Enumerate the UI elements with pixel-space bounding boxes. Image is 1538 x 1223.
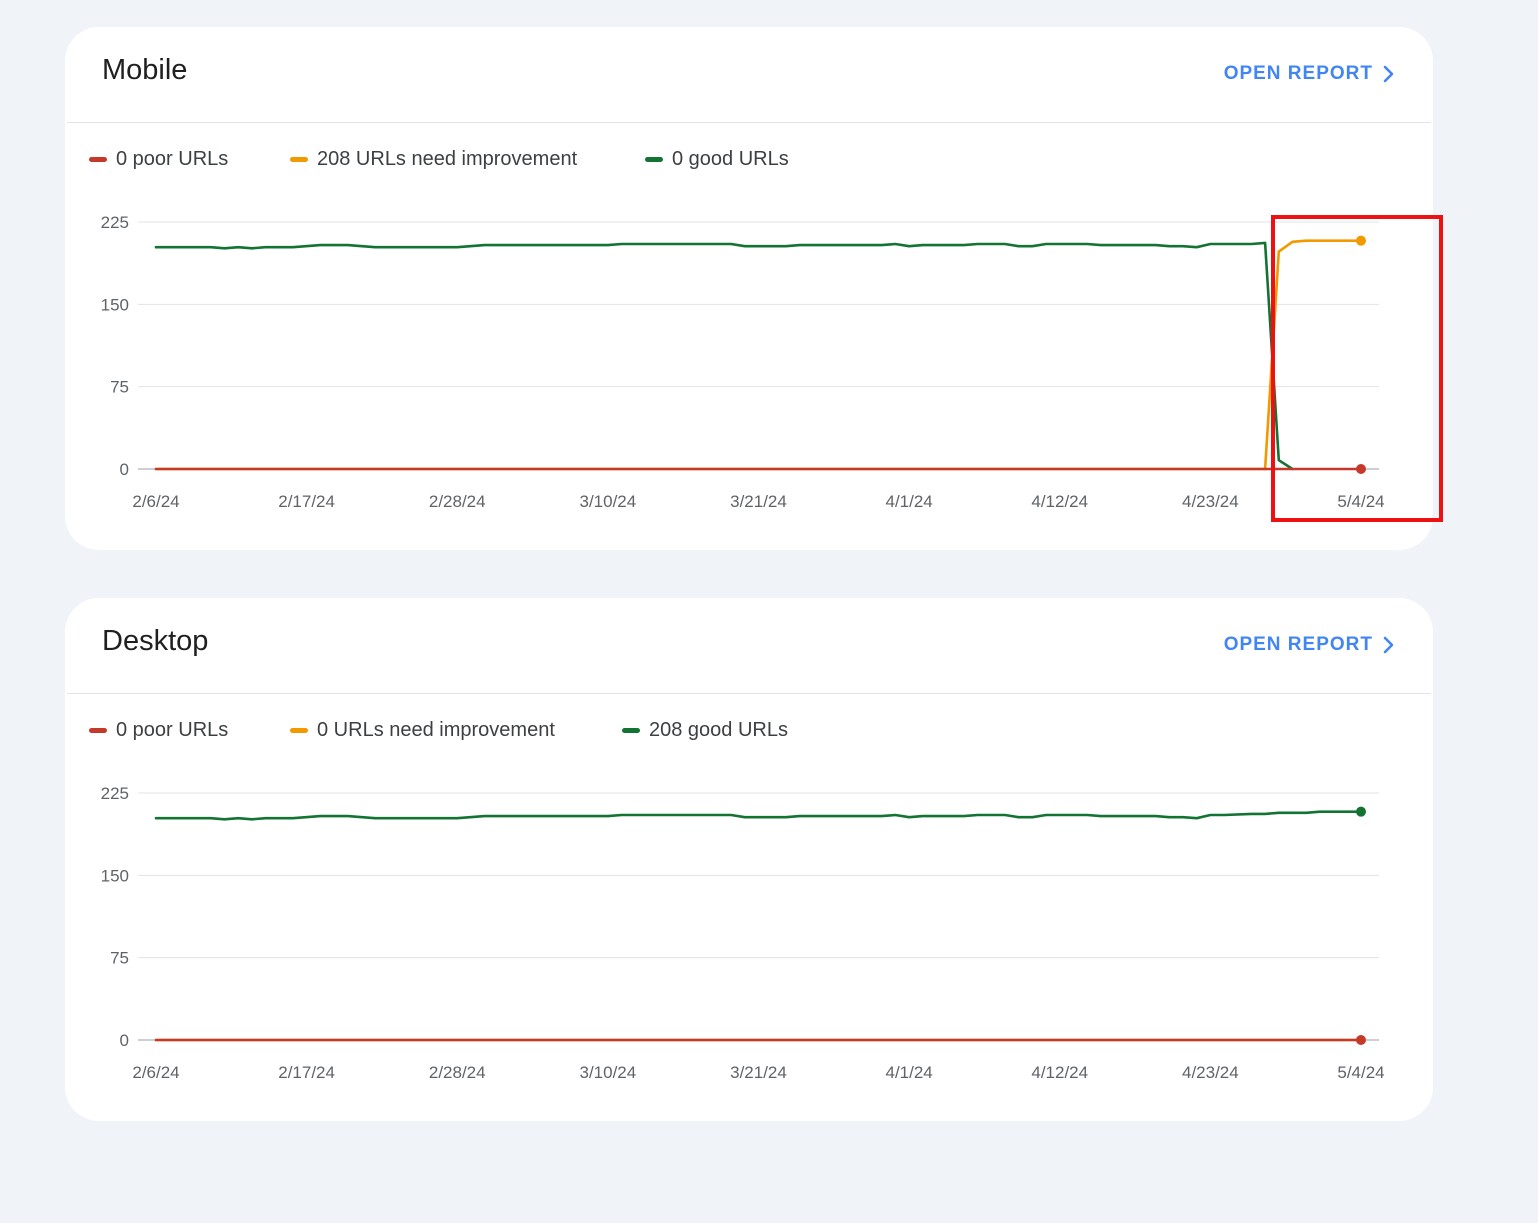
- open-report-button[interactable]: OPEN REPORT: [1224, 63, 1395, 85]
- legend-item-good[interactable]: 0 good URLs: [645, 148, 789, 171]
- chevron-right-icon: [1383, 636, 1394, 654]
- x-tick-label: 2/28/24: [429, 492, 486, 511]
- card-title: Mobile: [102, 54, 188, 86]
- legend-label: 0 good URLs: [672, 148, 789, 170]
- x-tick-label: 4/23/24: [1182, 492, 1239, 511]
- legend-item-needs-improvement[interactable]: 0 URLs need improvement: [290, 719, 555, 742]
- card-header: Mobile OPEN REPORT: [67, 27, 1431, 123]
- y-tick-label: 75: [110, 378, 129, 397]
- open-report-button[interactable]: OPEN REPORT: [1224, 634, 1395, 656]
- card-header: Desktop OPEN REPORT: [67, 598, 1431, 694]
- series-end-marker[interactable]: [1356, 1035, 1366, 1045]
- x-tick-label: 4/1/24: [885, 492, 932, 511]
- x-tick-label: 4/12/24: [1031, 1063, 1088, 1082]
- card-title: Desktop: [102, 625, 209, 657]
- x-tick-label: 4/1/24: [885, 1063, 932, 1082]
- mobile-chart: 0 75 150 225 2/6/24 2/17/24 2/28/24 3/10/24 3/21…: [101, 213, 1385, 511]
- legend-swatch: [290, 157, 308, 162]
- legend-label: 0 poor URLs: [116, 148, 229, 170]
- legend-swatch: [89, 157, 107, 162]
- legend-swatch: [622, 728, 640, 733]
- y-tick-label: 150: [101, 295, 129, 314]
- y-tick-label: 0: [120, 460, 129, 479]
- x-tick-label: 2/6/24: [132, 1063, 179, 1082]
- mobile-card: Mobile OPEN REPORT 0 poor URLs 208 URLs …: [65, 27, 1433, 550]
- y-tick-label: 0: [120, 1031, 129, 1050]
- x-tick-label: 4/23/24: [1182, 1063, 1239, 1082]
- legend-swatch: [89, 728, 107, 733]
- series-line-needs-improvement[interactable]: [154, 239, 1363, 471]
- y-tick-label: 150: [101, 866, 129, 885]
- x-tick-label: 2/28/24: [429, 1063, 486, 1082]
- x-tick-label: 4/12/24: [1031, 492, 1088, 511]
- y-tick-label: 225: [101, 784, 129, 803]
- series-line-good[interactable]: [154, 241, 1294, 471]
- legend-item-poor[interactable]: 0 poor URLs: [89, 148, 228, 171]
- x-tick-label: 2/17/24: [278, 492, 335, 511]
- x-tick-label: 3/10/24: [580, 1063, 637, 1082]
- x-tick-label: 2/17/24: [278, 1063, 335, 1082]
- legend-label: 208 good URLs: [649, 719, 788, 741]
- x-tick-label: 3/21/24: [730, 1063, 787, 1082]
- highlight-annotation-box: [1271, 215, 1443, 522]
- x-tick-label: 2/6/24: [132, 492, 179, 511]
- legend-item-good[interactable]: 208 good URLs: [622, 719, 788, 742]
- desktop-chart: 0 75 150 225 2/6/24 2/17/24 2/28/24 3/10/24 3/21…: [101, 784, 1385, 1082]
- open-report-label: OPEN REPORT: [1223, 634, 1373, 655]
- desktop-card: Desktop OPEN REPORT 0 poor URLs 0 URLs n…: [65, 598, 1433, 1121]
- y-tick-label: 75: [110, 949, 129, 968]
- legend-item-poor[interactable]: 0 poor URLs: [89, 719, 228, 742]
- x-tick-label: 5/4/24: [1337, 1063, 1384, 1082]
- legend-label: 0 poor URLs: [116, 719, 229, 741]
- x-tick-label: 3/10/24: [580, 492, 637, 511]
- series-line-good[interactable]: [154, 810, 1363, 821]
- legend-label: 208 URLs need improvement: [317, 148, 578, 170]
- open-report-label: OPEN REPORT: [1223, 63, 1373, 84]
- x-tick-label: 3/21/24: [730, 492, 787, 511]
- legend-swatch: [645, 157, 663, 162]
- legend-label: 0 URLs need improvement: [317, 719, 555, 741]
- legend-item-needs-improvement[interactable]: 208 URLs need improvement: [290, 148, 577, 171]
- y-tick-label: 225: [101, 213, 129, 232]
- chevron-right-icon: [1383, 65, 1394, 83]
- legend-swatch: [290, 728, 308, 733]
- series-end-marker[interactable]: [1356, 806, 1366, 817]
